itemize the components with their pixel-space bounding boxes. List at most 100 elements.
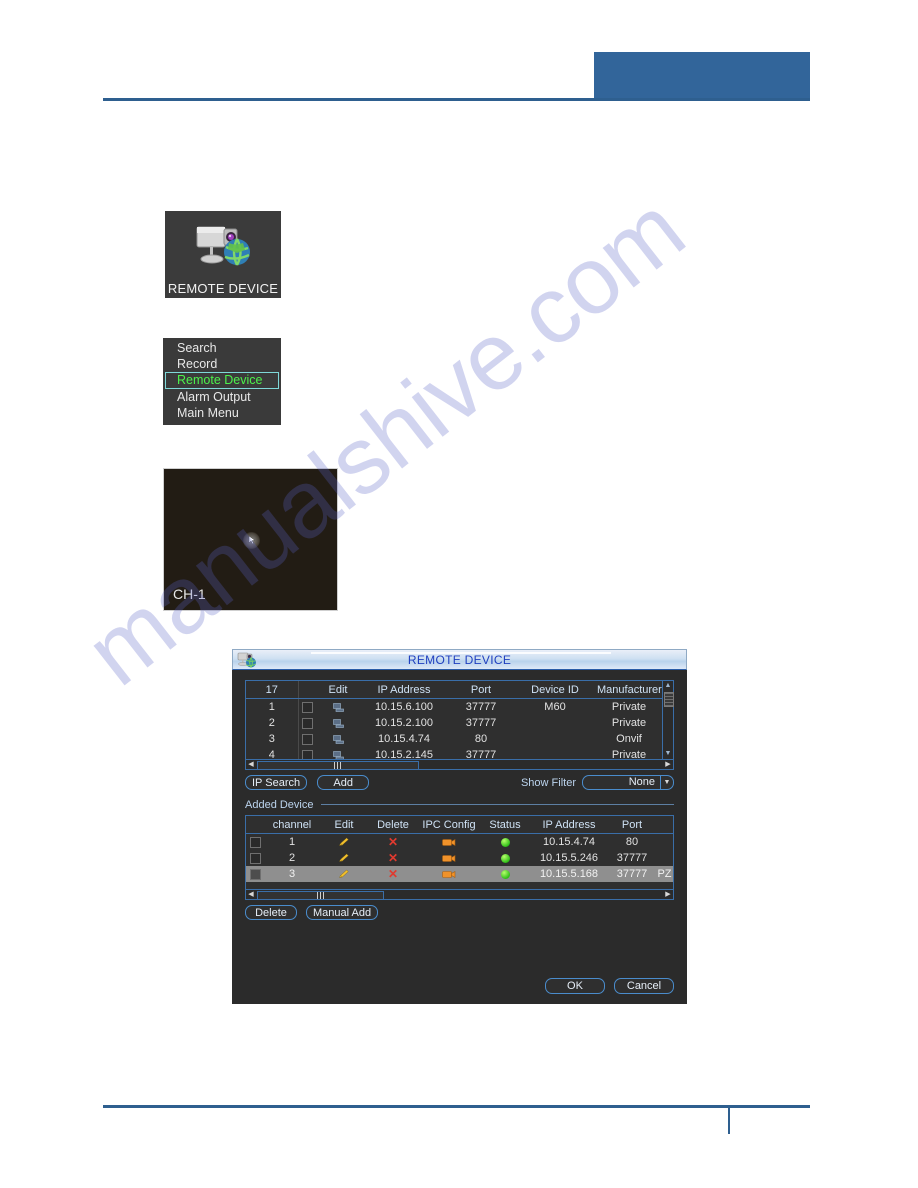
add-button[interactable]: Add: [317, 775, 370, 790]
row-port: 37777: [465, 701, 497, 713]
menu-item-search[interactable]: Search: [163, 340, 281, 356]
camera-config-icon[interactable]: [442, 854, 456, 863]
manual-add-button[interactable]: Manual Add: [306, 905, 379, 920]
row-number: 4: [246, 747, 299, 759]
checkbox-icon[interactable]: [301, 749, 313, 759]
red-x-icon[interactable]: ✕: [388, 836, 398, 848]
row-manufacturer: Private: [611, 701, 647, 713]
show-filter-value: None: [628, 776, 655, 788]
checkbox-icon[interactable]: [301, 733, 313, 745]
table-row[interactable]: 2 ✕ 10.15.5.246 37777: [246, 850, 673, 866]
device-edit-icon[interactable]: [332, 718, 344, 728]
row-channel: 3: [264, 866, 320, 882]
device-edit-icon[interactable]: [332, 702, 344, 712]
added-device-horizontal-scrollbar[interactable]: ◀ ▶: [245, 889, 674, 900]
scroll-down-icon[interactable]: ▼: [663, 749, 673, 759]
column-header-channel: channel: [264, 816, 320, 834]
column-header-status: Status: [480, 816, 530, 834]
column-header-manufacturer: Manufacturer: [596, 681, 662, 699]
row-edit-cell[interactable]: [316, 699, 360, 716]
menu-item-main-menu[interactable]: Main Menu: [163, 405, 281, 421]
checkbox-icon[interactable]: [249, 852, 261, 864]
show-filter-label: Show Filter: [520, 776, 576, 789]
device-edit-icon[interactable]: [332, 734, 344, 744]
search-result-table: 17 Edit IP Address Port Device ID Manufa…: [245, 680, 674, 760]
table-row[interactable]: 1 10.15.6.100 37777 M60 Private: [246, 698, 662, 716]
scrollbar-thumb[interactable]: [257, 891, 384, 900]
row-checkbox[interactable]: [246, 834, 264, 851]
menu-item-remote-device[interactable]: Remote Device: [165, 372, 279, 389]
row-ipc-config-cell[interactable]: [418, 834, 480, 851]
added-device-table: channel Edit Delete IPC Config Status IP…: [245, 815, 674, 890]
red-x-icon[interactable]: ✕: [388, 852, 398, 864]
row-edit-cell[interactable]: [320, 850, 368, 866]
column-header-device-id: Device ID: [514, 681, 596, 699]
menu-item-record[interactable]: Record: [163, 356, 281, 372]
row-ipc-config-cell[interactable]: [418, 850, 480, 866]
scroll-left-icon[interactable]: ◀: [246, 890, 256, 899]
row-checkbox[interactable]: [298, 731, 316, 747]
camera-config-icon[interactable]: [442, 838, 456, 847]
table-row[interactable]: 3 10.15.4.74 80 Onvif: [246, 731, 662, 747]
checkbox-icon[interactable]: [301, 701, 313, 713]
row-channel: 2: [288, 852, 296, 864]
row-port: 80: [474, 733, 488, 745]
scrollbar-thumb[interactable]: [664, 692, 674, 707]
scrollbar-thumb[interactable]: [257, 761, 419, 770]
delete-button[interactable]: Delete: [245, 905, 297, 920]
row-ip: 10.15.4.74: [378, 733, 430, 745]
checkbox-icon[interactable]: [301, 717, 313, 729]
row-delete-cell[interactable]: ✕: [368, 866, 418, 882]
added-device-section-header: Added Device: [245, 798, 674, 811]
ok-button[interactable]: OK: [545, 978, 605, 994]
scroll-right-icon[interactable]: ▶: [663, 890, 673, 899]
search-table-vertical-scrollbar[interactable]: ▲ ▼: [662, 681, 674, 759]
row-delete-cell[interactable]: ✕: [368, 834, 418, 851]
menu-item-alarm-output[interactable]: Alarm Output: [163, 389, 281, 405]
row-edit-cell[interactable]: [316, 747, 360, 759]
table-row[interactable]: 4 10.15.2.145 37777 Private: [246, 747, 662, 759]
scroll-right-icon[interactable]: ▶: [663, 760, 673, 769]
search-table-horizontal-scrollbar[interactable]: ◀ ▶: [245, 759, 674, 770]
pencil-icon[interactable]: [338, 853, 350, 863]
checkbox-icon[interactable]: [249, 868, 261, 880]
channel-preview[interactable]: CH-1: [163, 468, 338, 611]
cancel-button[interactable]: Cancel: [614, 978, 674, 994]
row-number: 2: [246, 715, 299, 731]
pencil-icon[interactable]: [338, 837, 350, 847]
row-ipc-config-cell[interactable]: [418, 866, 480, 882]
device-edit-icon[interactable]: [332, 750, 344, 759]
row-delete-cell[interactable]: ✕: [368, 850, 418, 866]
row-device-id: [514, 715, 596, 731]
row-edit-cell[interactable]: [320, 834, 368, 851]
table-row[interactable]: 3 ✕ 10.15.5.168 37777 PZ: [246, 866, 673, 882]
pencil-icon[interactable]: [338, 869, 350, 879]
row-checkbox[interactable]: [246, 850, 264, 866]
row-checkbox[interactable]: [298, 715, 316, 731]
column-header-ip-address: IP Address: [530, 816, 608, 834]
row-checkbox[interactable]: [246, 866, 264, 882]
scroll-up-icon[interactable]: ▲: [663, 681, 673, 691]
row-checkbox[interactable]: [298, 747, 316, 759]
section-divider: [320, 804, 674, 805]
row-extra: [656, 834, 673, 851]
row-edit-cell[interactable]: [316, 715, 360, 731]
row-edit-cell[interactable]: [320, 866, 368, 882]
show-filter-select[interactable]: None ▼: [582, 775, 674, 790]
scroll-left-icon[interactable]: ◀: [246, 760, 256, 769]
remote-device-icon-tile[interactable]: REMOTE DEVICE: [165, 211, 281, 298]
chevron-down-icon[interactable]: ▼: [660, 776, 673, 789]
row-ip: 10.15.6.100: [374, 701, 434, 713]
table-row[interactable]: 1 ✕ 10.15.4.74 80: [246, 834, 673, 851]
row-edit-cell[interactable]: [316, 731, 360, 747]
search-controls-row: IP Search Add Show Filter None ▼: [245, 775, 674, 791]
red-x-icon[interactable]: ✕: [388, 868, 398, 880]
row-number: 1: [246, 698, 299, 715]
row-device-id: M60: [544, 701, 566, 713]
ip-search-button[interactable]: IP Search: [245, 775, 308, 790]
row-checkbox[interactable]: [298, 699, 316, 716]
checkbox-icon[interactable]: [249, 836, 261, 848]
table-header-row: channel Edit Delete IPC Config Status IP…: [246, 816, 673, 834]
table-row[interactable]: 2 10.15.2.100 37777 Private: [246, 715, 662, 731]
camera-config-icon[interactable]: [442, 870, 456, 879]
